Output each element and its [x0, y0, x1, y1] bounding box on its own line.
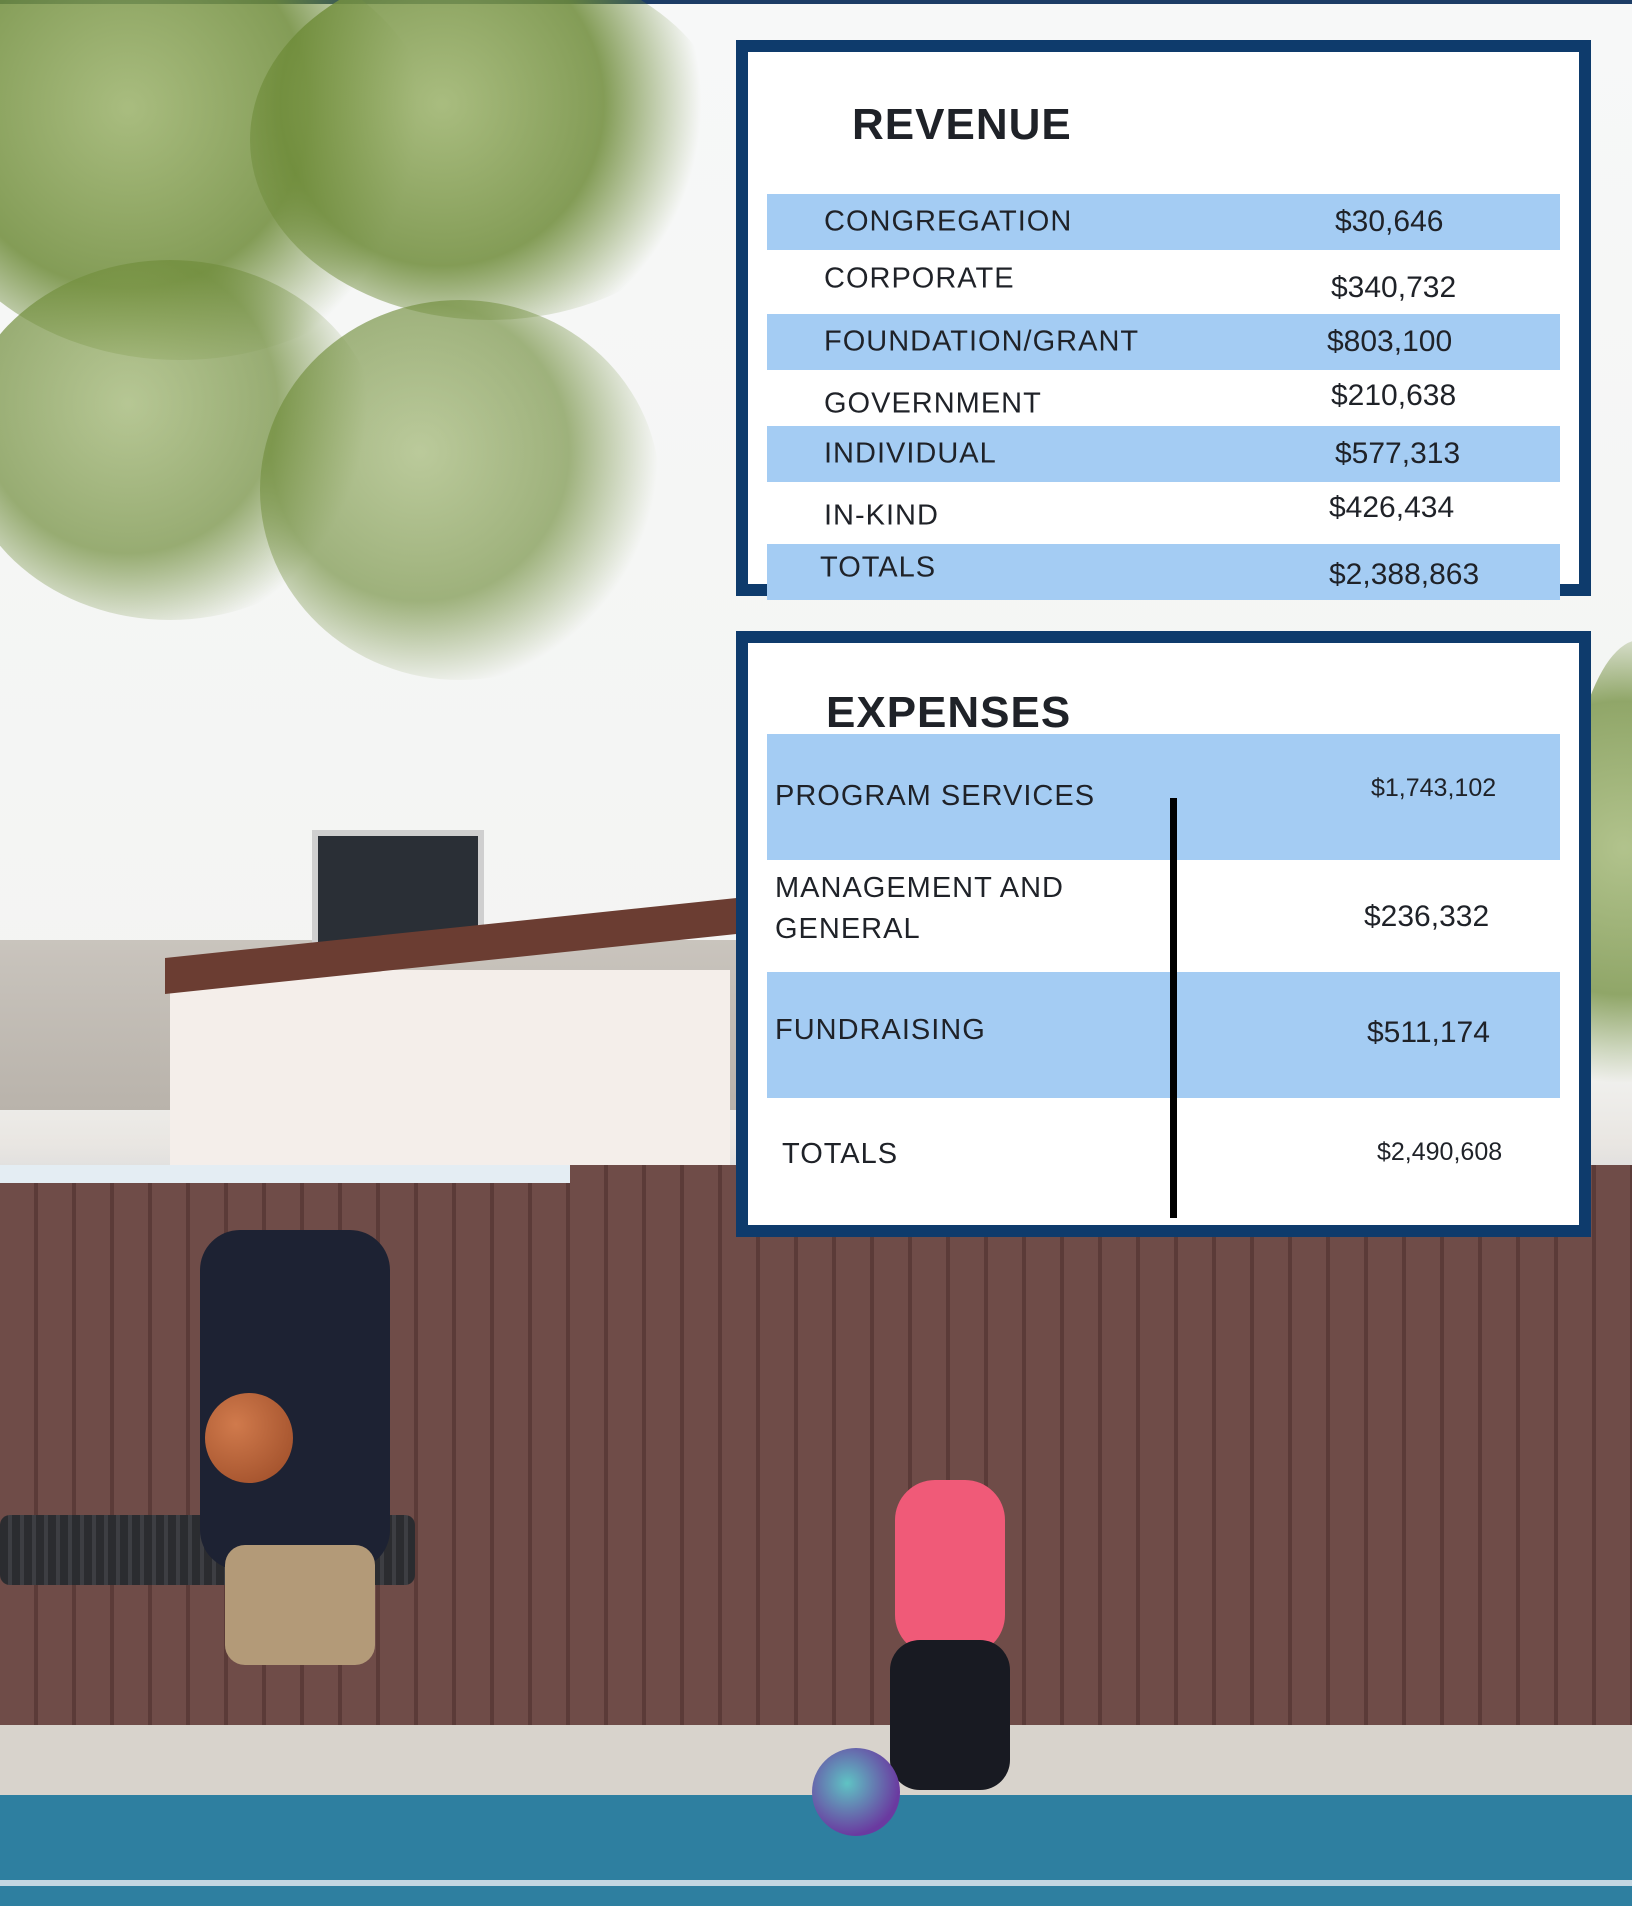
revenue-label: GOVERNMENT	[824, 387, 1042, 420]
man-legs	[225, 1545, 375, 1665]
revenue-row: GOVERNMENT $210,638	[767, 370, 1560, 426]
revenue-value: $30,646	[1335, 205, 1444, 238]
revenue-title: REVENUE	[852, 100, 1072, 149]
expenses-panel: EXPENSES PROGRAM SERVICES $1,743,102 MAN…	[736, 631, 1591, 1237]
revenue-row: IN-KIND $426,434	[767, 484, 1560, 540]
revenue-value: $426,434	[1329, 490, 1455, 524]
expense-label: MANAGEMENT AND GENERAL	[775, 872, 1065, 945]
revenue-row: CONGREGATION $30,646	[767, 194, 1560, 250]
expenses-totals-row: TOTALS $2,490,608	[767, 1108, 1560, 1208]
revenue-row: CORPORATE $340,732	[767, 254, 1560, 310]
revenue-value: $803,100	[1327, 325, 1453, 358]
canopy	[0, 1165, 570, 1183]
revenue-label: FOUNDATION/GRANT	[824, 325, 1140, 358]
revenue-label: IN-KIND	[824, 499, 939, 532]
expenses-title: EXPENSES	[826, 688, 1072, 737]
revenue-value: $577,313	[1335, 437, 1461, 470]
expense-label: FUNDRAISING	[775, 1014, 986, 1046]
revenue-panel: REVENUE CONGREGATION $30,646 CORPORATE $…	[736, 40, 1591, 600]
revenue-label: CONGREGATION	[824, 205, 1073, 238]
expense-value: $236,332	[1364, 900, 1490, 933]
expense-value: $1,743,102	[1371, 774, 1497, 802]
expenses-totals-value: $2,490,608	[1377, 1138, 1503, 1166]
expense-value: $511,174	[1367, 1016, 1490, 1049]
small-house	[170, 970, 730, 1170]
purple-ball	[812, 1748, 900, 1836]
revenue-totals-label: TOTALS	[820, 551, 937, 584]
child-figure	[895, 1480, 1005, 1655]
revenue-row: FOUNDATION/GRANT $803,100	[767, 314, 1560, 370]
basketball	[205, 1393, 293, 1483]
revenue-label: INDIVIDUAL	[824, 437, 997, 470]
expense-row: FUNDRAISING $511,174	[767, 972, 1560, 1098]
revenue-row: INDIVIDUAL $577,313	[767, 426, 1560, 482]
expense-label: PROGRAM SERVICES	[775, 780, 1096, 812]
column-divider	[1170, 798, 1177, 1218]
revenue-totals-row: TOTALS $2,388,863	[767, 544, 1560, 600]
revenue-label: CORPORATE	[824, 262, 1015, 295]
expense-row: MANAGEMENT AND GENERAL $236,332	[767, 860, 1560, 960]
revenue-value: $340,732	[1331, 270, 1457, 304]
expenses-totals-label: TOTALS	[782, 1138, 899, 1170]
child-legs	[890, 1640, 1010, 1790]
expense-row: PROGRAM SERVICES $1,743,102	[767, 734, 1560, 860]
revenue-totals-value: $2,388,863	[1329, 558, 1480, 592]
tree-foliage	[260, 300, 660, 680]
revenue-value: $210,638	[1331, 378, 1457, 412]
court-line	[0, 1880, 1632, 1886]
